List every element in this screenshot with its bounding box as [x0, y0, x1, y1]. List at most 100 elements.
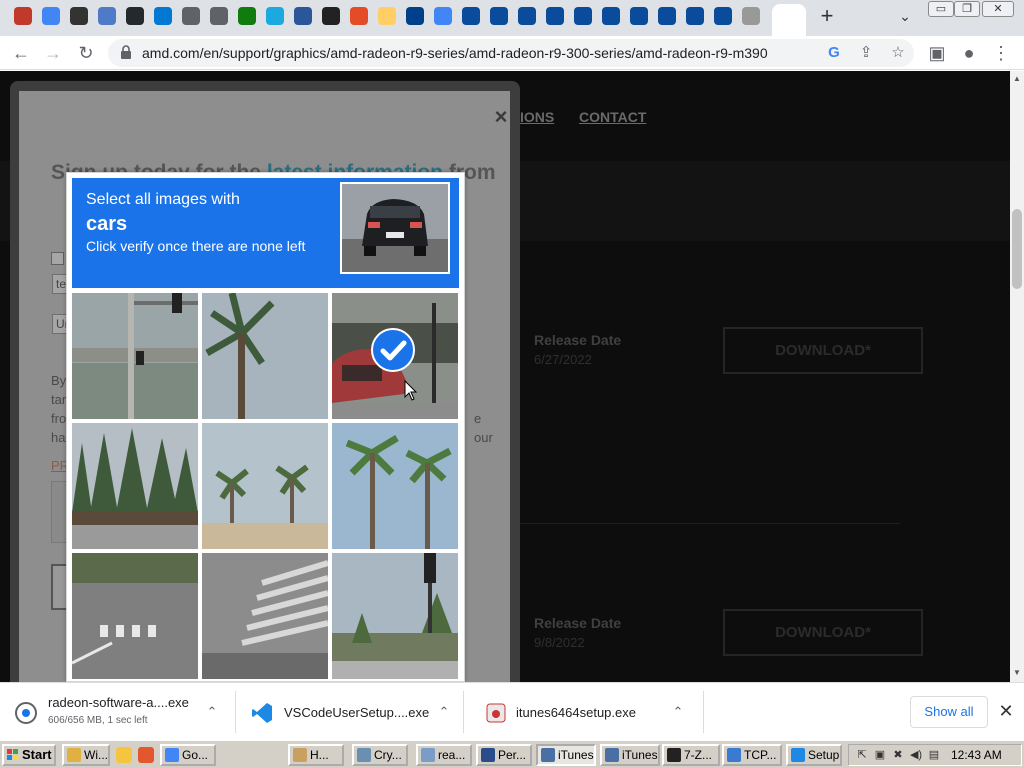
- tab-strip: ✕ + ⌄ ▭ ❐ ✕: [0, 0, 1024, 36]
- close-window-button[interactable]: ✕: [982, 1, 1014, 17]
- tab-favicon-icon[interactable]: [658, 7, 676, 25]
- scroll-up-icon[interactable]: ▲: [1013, 75, 1021, 83]
- captcha-hint: Click verify once there are none left: [86, 238, 306, 254]
- tray-icon[interactable]: ▣: [873, 748, 887, 762]
- clock: 12:43 AM: [951, 748, 1002, 762]
- taskbar-task-button[interactable]: rea...: [416, 744, 472, 766]
- quick-launch-icon[interactable]: [138, 747, 154, 763]
- tab-favicon-icon[interactable]: [546, 7, 564, 25]
- tab-favicon-icon[interactable]: [602, 7, 620, 25]
- reload-icon[interactable]: ↻: [75, 42, 97, 64]
- task-app-icon: [421, 748, 435, 762]
- divider: [520, 523, 900, 524]
- taskbar-task-button[interactable]: Cry...: [352, 744, 408, 766]
- menu-kebab-icon[interactable]: ⋮: [990, 42, 1012, 64]
- chevron-up-icon[interactable]: ⌃: [204, 703, 220, 721]
- tab-favicon-icon[interactable]: [742, 7, 760, 25]
- minimize-button[interactable]: ▭: [928, 1, 954, 17]
- tab-favicon-icon[interactable]: [238, 7, 256, 25]
- captcha-tile-palms-sky[interactable]: [202, 423, 328, 549]
- new-tab-button[interactable]: +: [816, 4, 838, 28]
- taskbar-task-button[interactable]: iTunes: [600, 744, 660, 766]
- active-tab[interactable]: ✕: [772, 4, 806, 36]
- tray-icon[interactable]: ✖: [891, 748, 905, 762]
- taskbar-task-button[interactable]: Setup: [786, 744, 842, 766]
- side-panel-icon[interactable]: ▣: [926, 42, 948, 64]
- restore-button[interactable]: ❐: [954, 1, 980, 17]
- page-scrollbar[interactable]: ▲ ▼: [1010, 71, 1024, 682]
- tab-search-icon[interactable]: ⌄: [896, 6, 914, 26]
- download-item[interactable]: radeon-software-a....exe 606/656 MB, 1 s…: [0, 691, 236, 733]
- task-app-icon: [67, 748, 81, 762]
- nav-link-solutions[interactable]: IONS: [520, 109, 554, 125]
- tab-favicon-icon[interactable]: [154, 7, 172, 25]
- captcha-tile-tall-palms[interactable]: [332, 423, 458, 549]
- chevron-up-icon[interactable]: ⌃: [436, 703, 452, 721]
- captcha-challenge: Select all images with cars Click verify…: [66, 172, 465, 682]
- tab-favicon-icon[interactable]: [686, 7, 704, 25]
- tab-favicon-icon[interactable]: [14, 7, 32, 25]
- taskbar-task-button[interactable]: H...: [288, 744, 344, 766]
- forward-arrow-icon[interactable]: →: [42, 42, 64, 64]
- tab-favicon-icon[interactable]: [462, 7, 480, 25]
- tab-favicon-icon[interactable]: [350, 7, 368, 25]
- tab-favicon-icon[interactable]: [406, 7, 424, 25]
- tab-favicon-icon[interactable]: [70, 7, 88, 25]
- taskbar-task-button[interactable]: Go...: [160, 744, 216, 766]
- taskbar-task-button[interactable]: TCP...: [722, 744, 782, 766]
- captcha-tile-crosswalk-street[interactable]: [72, 553, 198, 679]
- task-label: H...: [310, 748, 329, 762]
- captcha-tile-palm-tree[interactable]: [202, 293, 328, 419]
- taskbar-task-button[interactable]: Wi...: [62, 744, 110, 766]
- task-label: 7-Z...: [684, 748, 713, 762]
- captcha-tile-crosswalk-road[interactable]: [202, 553, 328, 679]
- nav-link-contact[interactable]: CONTACT: [579, 109, 646, 125]
- scroll-thumb[interactable]: [1012, 209, 1022, 289]
- address-bar[interactable]: amd.com/en/support/graphics/amd-radeon-r…: [108, 39, 914, 67]
- tab-favicon-icon[interactable]: [518, 7, 536, 25]
- taskbar-task-button[interactable]: 7-Z...: [662, 744, 720, 766]
- task-app-icon: [541, 748, 555, 762]
- tray-icon[interactable]: ⇱: [855, 748, 869, 762]
- tab-favicon-icon[interactable]: [42, 7, 60, 25]
- consent-checkbox[interactable]: [51, 252, 64, 265]
- tab-favicon-icon[interactable]: [182, 7, 200, 25]
- bookmark-star-icon[interactable]: ☆: [888, 43, 908, 63]
- tab-favicon-icon[interactable]: [322, 7, 340, 25]
- download-button[interactable]: DOWNLOAD*: [723, 327, 923, 374]
- share-icon[interactable]: ⇪: [856, 43, 876, 63]
- tab-favicon-icon[interactable]: [434, 7, 452, 25]
- captcha-tile-traffic-light-street[interactable]: [332, 553, 458, 679]
- tab-favicon-icon[interactable]: [574, 7, 592, 25]
- tab-favicon-icon[interactable]: [294, 7, 312, 25]
- tab-favicon-icon[interactable]: [126, 7, 144, 25]
- tab-favicon-icon[interactable]: [266, 7, 284, 25]
- quick-launch-icon[interactable]: [116, 747, 132, 763]
- taskbar-task-button[interactable]: iTunes: [536, 744, 596, 766]
- mouse-cursor-icon: [404, 380, 418, 401]
- tray-icon[interactable]: ▤: [927, 748, 941, 762]
- tab-favicon-icon[interactable]: [630, 7, 648, 25]
- profile-avatar-icon[interactable]: ●: [958, 42, 980, 64]
- chevron-up-icon[interactable]: ⌃: [670, 703, 686, 721]
- back-arrow-icon[interactable]: ←: [10, 42, 32, 64]
- tab-favicon-icon[interactable]: [98, 7, 116, 25]
- download-item[interactable]: VSCodeUserSetup....exe ⌃: [236, 691, 464, 733]
- tray-icon[interactable]: ◀): [909, 748, 923, 762]
- google-translate-icon[interactable]: G: [824, 43, 844, 63]
- release-date-value: 6/27/2022: [534, 352, 592, 367]
- shelf-close-icon[interactable]: ✕: [996, 701, 1016, 721]
- modal-close-icon[interactable]: ×: [489, 105, 513, 129]
- download-button[interactable]: DOWNLOAD*: [723, 609, 923, 656]
- scroll-down-icon[interactable]: ▼: [1013, 669, 1021, 677]
- tab-favicon-icon[interactable]: [714, 7, 732, 25]
- show-all-downloads-button[interactable]: Show all: [910, 696, 988, 728]
- start-button[interactable]: Start: [2, 744, 56, 766]
- download-item[interactable]: itunes6464setup.exe ⌃: [464, 691, 704, 733]
- captcha-tile-trees-road[interactable]: [72, 423, 198, 549]
- tab-favicon-icon[interactable]: [378, 7, 396, 25]
- captcha-tile-traffic-light-bridge[interactable]: [72, 293, 198, 419]
- tab-favicon-icon[interactable]: [210, 7, 228, 25]
- taskbar-task-button[interactable]: Per...: [476, 744, 532, 766]
- tab-favicon-icon[interactable]: [490, 7, 508, 25]
